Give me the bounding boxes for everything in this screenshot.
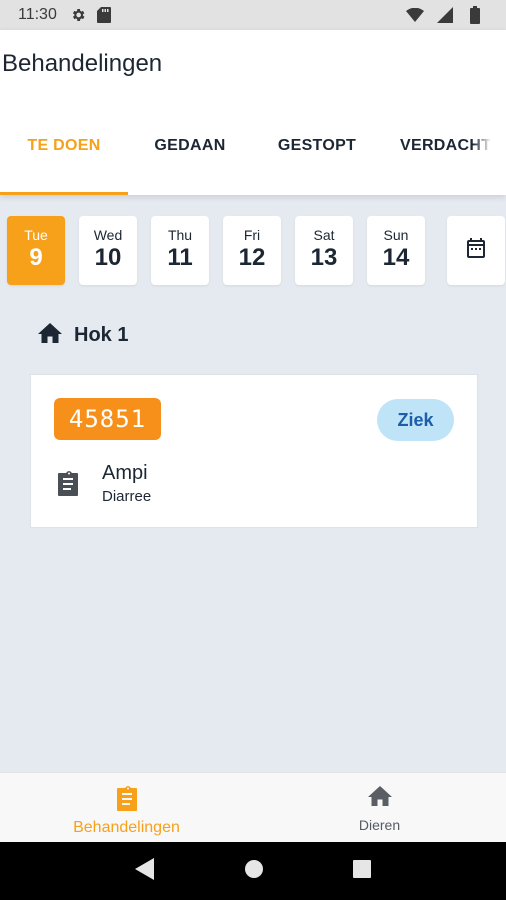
status-chip[interactable]: Ziek — [377, 399, 454, 441]
tab-bar: TE DOEN GEDAAN GESTOPT VERDACHT — [0, 128, 506, 195]
section-title: Hok 1 — [74, 324, 129, 346]
date-num: 11 — [167, 244, 193, 271]
tab-gedaan[interactable]: GEDAAN — [128, 128, 252, 195]
date-day: Thu — [167, 227, 193, 243]
treatment-description: Diarree — [102, 488, 152, 505]
status-bar: 11:30 — [0, 0, 506, 30]
battery-icon — [466, 6, 484, 24]
nav-label: Dieren — [358, 817, 401, 833]
treatment-name: Ampi — [102, 462, 148, 484]
section-header: Hok 1 — [38, 322, 128, 349]
app-bar: Behandelingen TE DOEN GEDAAN GESTOPT VER… — [0, 30, 506, 195]
date-num: 10 — [94, 244, 122, 271]
date-day: Sat — [313, 227, 335, 243]
animal-id-badge: 45851 — [54, 398, 161, 440]
tab-verdacht[interactable]: VERDACHT — [382, 128, 506, 195]
status-time: 11:30 — [18, 6, 57, 23]
date-num: 12 — [238, 244, 266, 271]
recents-icon[interactable] — [353, 859, 372, 883]
nav-item-behandelingen[interactable]: Behandelingen — [0, 773, 253, 842]
home-icon — [38, 322, 62, 349]
wifi-icon — [406, 6, 424, 24]
treatment-card[interactable]: 45851 Ziek Ampi Diarree — [30, 374, 478, 528]
date-strip: Tue 9 Wed 10 Thu 11 Fri 12 Sat 13 Sun 14 — [7, 216, 505, 285]
date-num: 14 — [382, 244, 410, 271]
tab-te-doen[interactable]: TE DOEN — [0, 128, 128, 195]
date-card-wed[interactable]: Wed 10 — [79, 216, 137, 285]
tab-gestopt[interactable]: GESTOPT — [252, 128, 382, 195]
calendar-icon — [464, 236, 488, 265]
date-day: Wed — [93, 227, 123, 243]
tab-label: TE DOEN — [27, 137, 101, 154]
clipboard-icon — [115, 785, 139, 816]
tab-label: VERDACHT — [400, 137, 492, 154]
tab-label: GEDAAN — [154, 137, 226, 154]
settings-icon — [69, 6, 87, 24]
clipboard-icon — [56, 470, 80, 501]
date-card-sat[interactable]: Sat 13 — [295, 216, 353, 285]
sd-card-icon — [95, 6, 113, 24]
date-num: 13 — [310, 244, 338, 271]
bottom-nav: Behandelingen Dieren — [0, 772, 506, 842]
page-title: Behandelingen — [2, 50, 163, 77]
date-day: Fri — [243, 227, 261, 243]
date-day: Sun — [383, 227, 409, 243]
signal-icon — [436, 6, 454, 24]
home-button-icon[interactable] — [244, 859, 264, 884]
date-card-sun[interactable]: Sun 14 — [367, 216, 425, 285]
date-card-tue[interactable]: Tue 9 — [7, 216, 65, 285]
calendar-button[interactable] — [447, 216, 505, 285]
date-card-thu[interactable]: Thu 11 — [151, 216, 209, 285]
date-card-fri[interactable]: Fri 12 — [223, 216, 281, 285]
tab-label: GESTOPT — [277, 137, 357, 154]
tab-active-indicator — [0, 192, 128, 195]
date-day: Tue — [24, 227, 48, 243]
nav-label: Behandelingen — [73, 819, 180, 836]
nav-item-dieren[interactable]: Dieren — [253, 773, 506, 842]
system-nav-bar — [0, 842, 506, 900]
back-icon[interactable] — [134, 857, 155, 885]
date-num: 9 — [29, 244, 43, 271]
home-icon — [367, 785, 392, 812]
